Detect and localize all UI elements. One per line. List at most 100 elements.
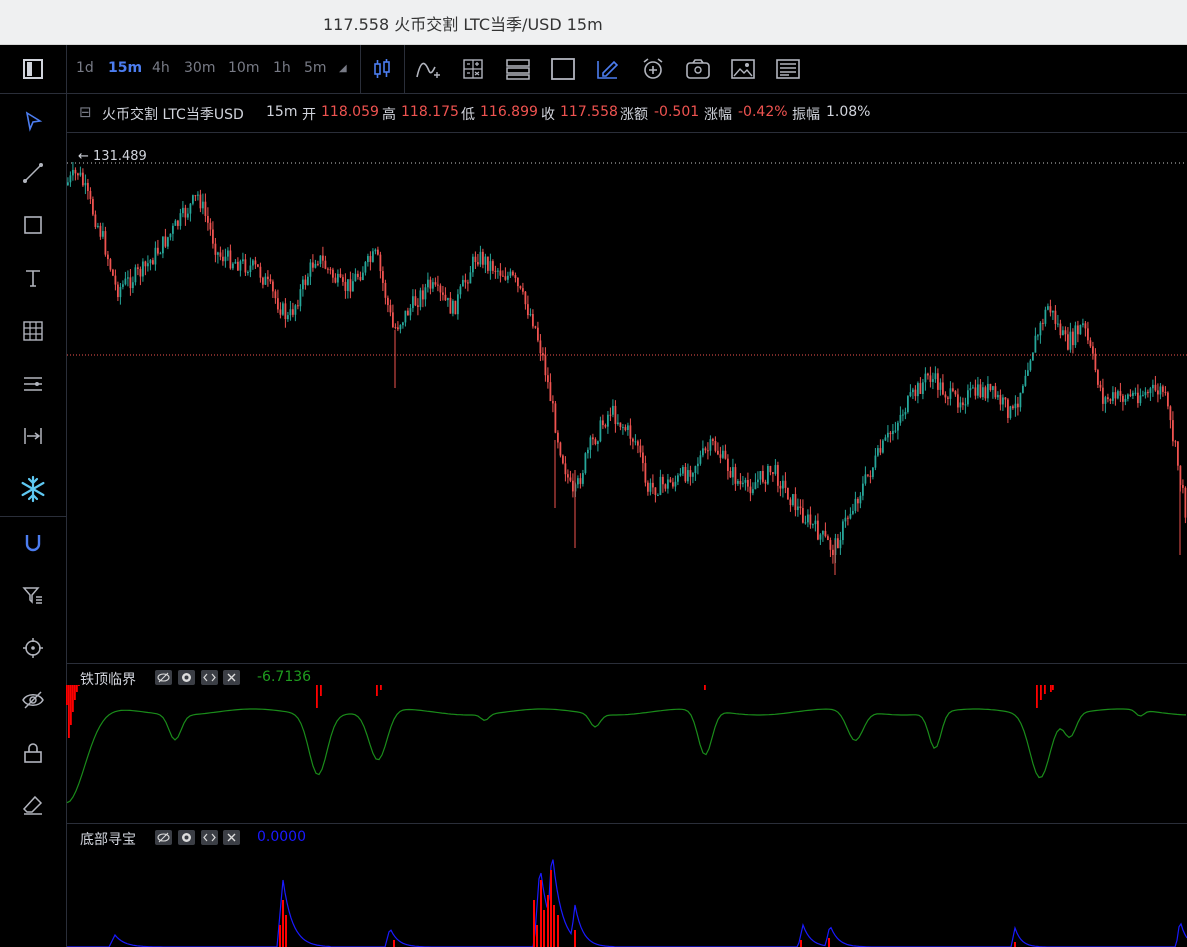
candle-body [317,263,319,265]
candle-body [597,441,599,445]
candle-body [1164,391,1167,393]
candle-body [207,215,209,223]
candle-body [999,394,1002,405]
candle-body [254,260,257,265]
candle-body [407,310,409,316]
candle-body [779,485,782,489]
candle-body [904,411,907,415]
candle-body [1057,323,1059,325]
candle-body [77,173,79,176]
candle-body [699,455,702,464]
candle-body [1159,386,1162,395]
candle-body [264,276,267,285]
candle-body [997,394,999,398]
candle-body [257,264,259,267]
candle-body [987,383,989,399]
candle-body [774,465,777,474]
indicator-1-bar [76,685,78,692]
candle-body [109,259,112,270]
indicator-2-line [67,859,1187,947]
candle-body [924,373,927,383]
pane-divider-1[interactable] [67,663,1187,664]
candle-body [139,268,142,277]
candle-body [259,266,262,278]
indicator-2-bar [536,925,538,947]
indicator-1-hide-icon[interactable] [155,670,172,685]
candle-body [1017,403,1019,408]
candle-body [869,475,872,477]
candle-body [202,201,204,209]
candle-body [514,275,517,279]
indicator-1-bar [1040,685,1042,700]
candle-body [1014,403,1017,409]
candle-body [694,466,697,473]
candle-body [382,271,384,283]
candle-body [1002,397,1004,405]
candle-body [322,255,324,261]
candle-body [312,262,314,268]
indicator-2-settings-icon[interactable] [178,830,195,845]
indicator-1-bar [74,685,76,700]
candle-body [474,256,477,263]
candle-body [644,463,647,483]
candle-body [887,432,889,438]
candle-body [217,252,219,255]
candle-body [617,422,619,424]
candle-body [727,458,729,472]
indicator-2-hide-icon[interactable] [155,830,172,845]
candle-body [232,263,234,269]
pane-divider-2[interactable] [67,823,1187,824]
candle-body [384,282,387,298]
candle-body [509,271,512,276]
indicator-2-bar [533,900,535,947]
indicator-1-close-icon[interactable] [223,670,240,685]
candle-body [89,191,92,200]
candle-body [444,294,447,301]
candle-body [1027,370,1029,376]
candle-body [252,260,254,266]
price-chart-canvas[interactable] [0,0,1187,947]
indicator-2-source-icon[interactable] [201,830,218,845]
candle-body [309,262,312,277]
candle-body [1144,391,1147,396]
candle-body [714,440,717,451]
candle-body [897,422,899,431]
candle-body [84,182,87,186]
candle-body [454,300,457,315]
candle-body [117,284,119,298]
candle-body [1139,395,1142,404]
candle-body [1009,406,1012,418]
candle-body [669,479,672,483]
candle-body [552,401,554,404]
indicator-2-close-icon[interactable] [223,830,240,845]
candle-body [412,296,414,309]
candle-body [894,430,897,432]
candle-body [624,427,627,431]
candle-body [969,388,972,391]
indicator-1-bar [1052,685,1054,690]
candle-body [339,273,342,278]
candle-body [737,481,739,484]
candle-body [687,470,689,482]
indicator-1-bar [1036,685,1038,708]
candle-body [1077,325,1079,335]
candle-body [337,273,339,283]
candle-body [434,282,437,285]
candle-body [1032,352,1034,361]
candle-body [1042,322,1044,324]
candle-body [762,471,764,482]
candle-body [782,480,784,489]
candle-body [447,297,449,301]
candle-body [632,438,634,442]
candle-body [192,195,194,204]
candle-body [822,530,824,535]
indicator-1-source-icon[interactable] [201,670,218,685]
candle-body [399,325,402,330]
candle-body [392,312,394,328]
candle-body [577,478,579,485]
candle-body [754,482,757,490]
indicator-1-settings-icon[interactable] [178,670,195,685]
candle-body [569,477,572,481]
candle-body [344,281,347,291]
candle-body [614,405,617,424]
